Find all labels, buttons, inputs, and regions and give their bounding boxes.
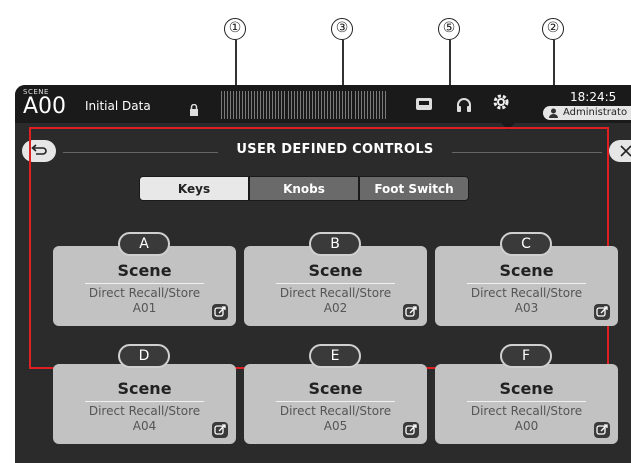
- key-badge-a: A: [118, 232, 170, 256]
- key-f-function: Direct Recall/Store: [470, 404, 583, 418]
- key-b-title: Scene: [308, 261, 363, 280]
- key-c-value: A03: [514, 301, 539, 315]
- clock: 18:24:5: [570, 90, 617, 104]
- key-badge-c: C: [500, 232, 552, 256]
- edit-icon[interactable]: [212, 304, 228, 320]
- gear-icon[interactable]: [492, 93, 510, 111]
- callout-5: ⑤: [438, 18, 460, 40]
- recorder-icon[interactable]: [415, 97, 433, 111]
- key-d-function: Direct Recall/Store: [88, 404, 201, 418]
- key-a-divider: [85, 283, 204, 284]
- key-d-value: A04: [132, 419, 157, 433]
- key-d-title: Scene: [117, 379, 172, 398]
- key-badge-f: F: [500, 344, 552, 368]
- edit-icon[interactable]: [594, 304, 610, 320]
- key-d-divider: [85, 401, 204, 402]
- key-card-a[interactable]: Scene Direct Recall/Store A01: [53, 246, 236, 326]
- top-bar: SCENE A00 Initial Data 18:24:5 Administr…: [15, 85, 631, 123]
- key-a-function: Direct Recall/Store: [88, 286, 201, 300]
- callout-1: ①: [224, 18, 246, 40]
- scene-name[interactable]: Initial Data: [85, 99, 151, 113]
- edit-icon[interactable]: [594, 422, 610, 438]
- key-b-value: A02: [323, 301, 348, 315]
- user-icon: [549, 108, 558, 118]
- key-c-function: Direct Recall/Store: [470, 286, 583, 300]
- key-e-divider: [276, 401, 395, 402]
- key-c-title: Scene: [499, 261, 554, 280]
- user-name: Administrato: [563, 107, 628, 118]
- edit-icon[interactable]: [403, 422, 419, 438]
- edit-icon[interactable]: [403, 304, 419, 320]
- key-b-divider: [276, 283, 395, 284]
- key-badge-e: E: [309, 344, 361, 368]
- level-meters[interactable]: [221, 91, 387, 119]
- key-f-title: Scene: [499, 379, 554, 398]
- close-icon: [620, 145, 631, 157]
- key-a-value: A01: [132, 301, 157, 315]
- key-e-value: A05: [323, 419, 348, 433]
- key-b-function: Direct Recall/Store: [279, 286, 392, 300]
- callout-2: ②: [542, 18, 564, 40]
- key-card-b[interactable]: Scene Direct Recall/Store A02: [244, 246, 427, 326]
- key-badge-b: B: [309, 232, 361, 256]
- key-f-value: A00: [514, 419, 539, 433]
- user-badge[interactable]: Administrato: [543, 106, 631, 120]
- key-a-title: Scene: [117, 261, 172, 280]
- headphones-icon[interactable]: [456, 97, 472, 113]
- key-badge-d: D: [118, 344, 170, 368]
- close-button[interactable]: [609, 140, 631, 162]
- key-e-function: Direct Recall/Store: [279, 404, 392, 418]
- key-c-divider: [467, 283, 586, 284]
- key-f-divider: [467, 401, 586, 402]
- key-card-c[interactable]: Scene Direct Recall/Store A03: [435, 246, 618, 326]
- key-e-title: Scene: [308, 379, 363, 398]
- key-card-f[interactable]: Scene Direct Recall/Store A00: [435, 364, 618, 444]
- scene-number[interactable]: A00: [23, 95, 66, 119]
- key-card-e[interactable]: Scene Direct Recall/Store A05: [244, 364, 427, 444]
- callout-3: ③: [331, 18, 353, 40]
- edit-icon[interactable]: [212, 422, 228, 438]
- key-card-d[interactable]: Scene Direct Recall/Store A04: [53, 364, 236, 444]
- lock-icon[interactable]: [189, 104, 199, 116]
